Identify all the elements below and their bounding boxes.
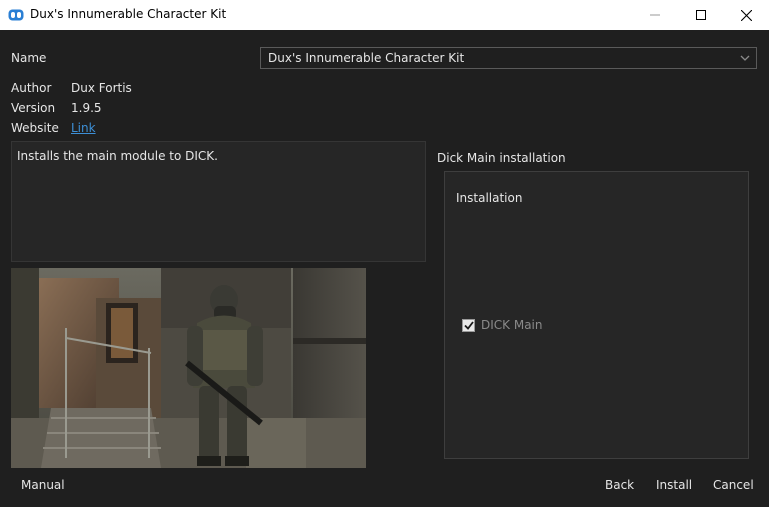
install-button[interactable]: Install bbox=[656, 478, 692, 492]
dick-main-option[interactable]: DICK Main bbox=[462, 318, 543, 332]
maximize-icon bbox=[696, 10, 706, 20]
author-value: Dux Fortis bbox=[71, 81, 132, 95]
close-button[interactable] bbox=[723, 0, 769, 30]
version-value: 1.9.5 bbox=[71, 101, 102, 115]
description-box: Installs the main module to DICK. bbox=[11, 141, 426, 262]
window-title: Dux's Innumerable Character Kit bbox=[30, 7, 227, 21]
description-text: Installs the main module to DICK. bbox=[17, 149, 218, 163]
dick-main-label: DICK Main bbox=[481, 318, 543, 332]
name-dropdown[interactable]: Dux's Innumerable Character Kit bbox=[260, 47, 757, 69]
name-label: Name bbox=[11, 51, 47, 65]
chevron-down-icon bbox=[740, 55, 750, 61]
dick-main-checkbox[interactable] bbox=[462, 318, 475, 332]
back-button[interactable]: Back bbox=[605, 478, 634, 492]
minimize-icon bbox=[650, 14, 660, 16]
group-title: Installation bbox=[456, 191, 523, 205]
app-logo-icon bbox=[8, 9, 24, 21]
installation-group bbox=[444, 171, 749, 459]
author-label: Author bbox=[11, 81, 52, 95]
title-bar: Dux's Innumerable Character Kit bbox=[0, 0, 769, 30]
maximize-button[interactable] bbox=[678, 0, 724, 30]
website-label: Website bbox=[11, 121, 59, 135]
name-dropdown-value: Dux's Innumerable Character Kit bbox=[268, 51, 465, 65]
section-title: Dick Main installation bbox=[437, 151, 566, 165]
preview-image bbox=[11, 268, 366, 468]
checkmark-icon bbox=[463, 320, 474, 330]
website-link[interactable]: Link bbox=[71, 121, 96, 135]
minimize-button[interactable] bbox=[632, 0, 678, 30]
version-label: Version bbox=[11, 101, 56, 115]
close-icon bbox=[740, 9, 752, 21]
cancel-button[interactable]: Cancel bbox=[713, 478, 754, 492]
manual-button[interactable]: Manual bbox=[21, 478, 65, 492]
